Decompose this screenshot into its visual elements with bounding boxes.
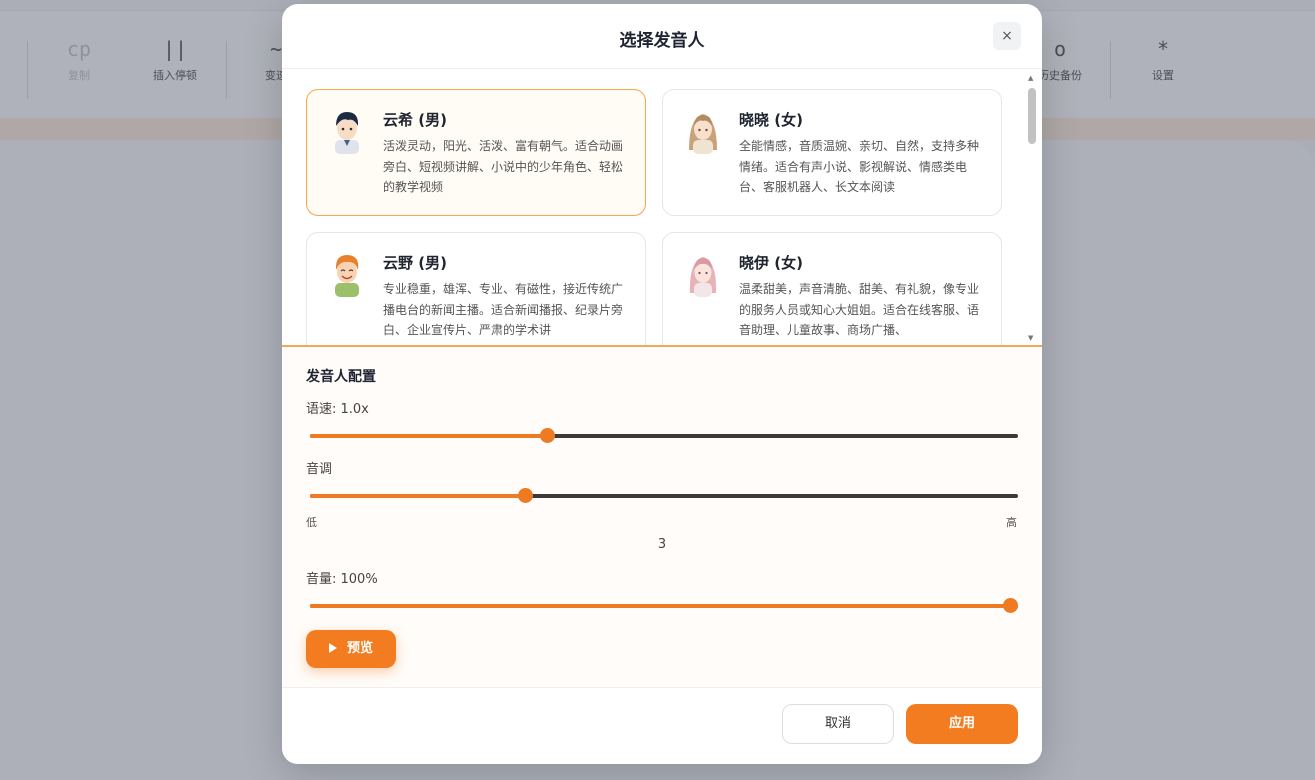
speaker-name: 云野 (男) (383, 254, 447, 272)
speaker-desc: 专业稳重，雄浑、专业、有磁性，接近传统广播电台的新闻主播。适合新闻播报、纪录片旁… (383, 282, 624, 337)
dialog-title: 选择发音人 (619, 31, 705, 51)
speaker-name: 晓伊 (女) (739, 254, 803, 272)
girl-pink-hair-avatar (689, 257, 717, 297)
speaker-list: 云希 (男) 活泼灵动，阳光、活泼、富有朝气。适合动画旁白、短视频讲解、小说中的… (282, 70, 1042, 345)
slider-fill (310, 494, 525, 498)
cancel-button[interactable]: 取消 (782, 704, 894, 744)
boy-dark-hair-avatar (335, 112, 359, 154)
speaker-desc: 活泼灵动，阳光、活泼、富有朝气。适合动画旁白、短视频讲解、小说中的少年角色、轻松… (383, 139, 624, 194)
close-icon[interactable]: × (993, 22, 1021, 50)
apply-button[interactable]: 应用 (906, 704, 1018, 744)
slider-fill (310, 434, 547, 438)
speed-label: 语速: 1.0x (306, 402, 369, 417)
config-title: 发音人配置 (306, 369, 376, 385)
dialog-footer: 取消 应用 (282, 687, 1042, 764)
speaker-desc: 温柔甜美，声音清脆、甜美、有礼貌，像专业的服务人员或知心大姐姐。适合在线客服、语… (739, 282, 980, 337)
boy-orange-hair-avatar (335, 255, 359, 297)
slider-thumb[interactable] (540, 428, 555, 443)
girl-long-hair-avatar (689, 114, 717, 154)
volume-slider[interactable] (310, 598, 1018, 614)
scrollbar-thumb[interactable] (1028, 88, 1036, 144)
speaker-card-yunxi[interactable]: 云希 (男) 活泼灵动，阳光、活泼、富有朝气。适合动画旁白、短视频讲解、小说中的… (306, 89, 646, 216)
pitch-value: 3 (657, 537, 667, 552)
pitch-high-label: 高 (1006, 516, 1017, 529)
speaker-card-yunye[interactable]: 云野 (男) 专业稳重，雄浑、专业、有磁性，接近传统广播电台的新闻主播。适合新闻… (306, 232, 646, 345)
play-icon (328, 643, 337, 653)
pitch-slider[interactable] (310, 488, 1018, 504)
speaker-name: 晓晓 (女) (739, 111, 803, 129)
speaker-card-xiaoyi[interactable]: 晓伊 (女) 温柔甜美，声音清脆、甜美、有礼貌，像专业的服务人员或知心大姐姐。适… (662, 232, 1002, 345)
slider-thumb[interactable] (518, 488, 533, 503)
dialog-header: 选择发音人 × (282, 4, 1042, 69)
speaker-config-panel: 发音人配置 语速: 1.0x 音调 低 高 3 音量: 100% 预览 (282, 345, 1042, 687)
pitch-low-label: 低 (306, 516, 317, 529)
pitch-label: 音调 (306, 462, 333, 477)
scroll-up-arrow-icon[interactable]: ▲ (1028, 74, 1033, 82)
preview-button-label: 预览 (346, 641, 373, 656)
preview-button[interactable]: 预览 (306, 630, 396, 668)
speaker-name: 云希 (男) (383, 111, 447, 129)
speaker-desc: 全能情感，音质温婉、亲切、自然，支持多种情绪。适合有声小说、影视解说、情感类电台… (739, 139, 980, 194)
slider-thumb[interactable] (1003, 598, 1018, 613)
speed-slider[interactable] (310, 428, 1018, 444)
speaker-select-dialog: 选择发音人 × 云希 (男) 活泼灵动，阳光、活泼、富有朝气。适合动画旁白、短视… (282, 4, 1042, 764)
speaker-card-xiaoxiao[interactable]: 晓晓 (女) 全能情感，音质温婉、亲切、自然，支持多种情绪。适合有声小说、影视解… (662, 89, 1002, 216)
scroll-down-arrow-icon[interactable]: ▼ (1028, 334, 1033, 342)
speaker-list-scrollbar[interactable]: ▲ ▼ (1027, 74, 1037, 342)
slider-fill (310, 604, 1018, 608)
volume-label: 音量: 100% (306, 572, 378, 587)
